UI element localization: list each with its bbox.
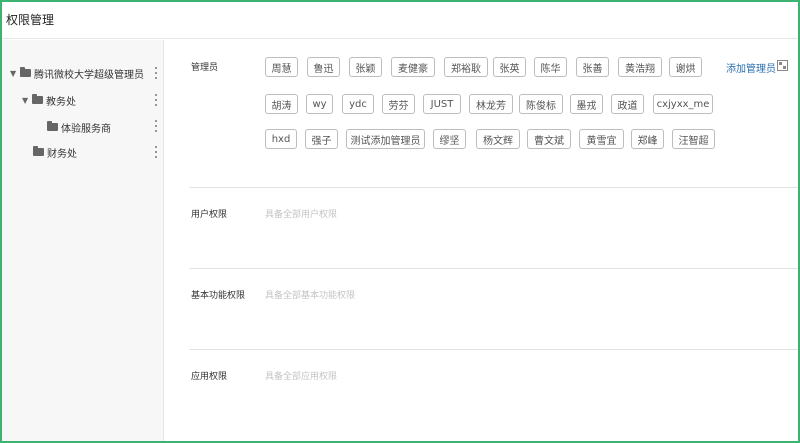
folder-icon [20,67,31,77]
admin-tag[interactable]: 张善 [576,57,609,77]
app-permission-label: 应用权限 [191,372,228,382]
org-tree-sidebar: ▼ 腾讯微校大学超级管理员 ▼ 教务处 体验服务商 财务处 [2,40,164,441]
section-divider [189,187,798,188]
tree-node-label: 财务处 [47,148,77,160]
admin-tag[interactable]: 缪坚 [433,129,466,149]
admin-tag[interactable]: JUST [423,94,461,114]
admin-tag[interactable]: 张英 [493,57,526,77]
admin-tag[interactable]: 张颖 [349,57,382,77]
admin-tag[interactable]: 周慧 [265,57,298,77]
admin-tag[interactable]: 测试添加管理员 [346,129,425,149]
tree-node-label: 腾讯微校大学超级管理员 [34,69,144,81]
app-permission-hint: 具备全部应用权限 [265,372,338,382]
admin-tag[interactable]: wy [306,94,333,114]
add-admin-link[interactable]: 添加管理员 [726,60,776,75]
basic-permission-label: 基本功能权限 [191,291,246,301]
section-divider [189,268,798,269]
permissions-panel: 管理员 周慧 鲁迅 张颖 麦健豪 郑裕耿 张英 陈华 张善 黄浩翔 谢烘 胡涛 … [165,40,798,441]
more-options-icon[interactable] [154,146,158,158]
admin-tag[interactable]: 郑峰 [631,129,664,149]
admin-tag[interactable]: 林龙芳 [469,94,513,114]
admin-tag[interactable]: 曹文斌 [527,129,571,149]
section-divider [189,349,798,350]
caret-down-icon[interactable]: ▼ [10,69,20,78]
admins-label: 管理员 [191,63,219,73]
admin-tag[interactable]: 劳芬 [382,94,415,114]
admin-tag[interactable]: 政道 [611,94,644,114]
admin-tag[interactable]: ydc [342,94,374,114]
admin-tag[interactable]: 墨戎 [570,94,603,114]
user-permission-label: 用户权限 [191,210,228,220]
caret-down-icon[interactable]: ▼ [22,96,32,105]
admin-tag[interactable]: 陈华 [534,57,567,77]
admin-tag[interactable]: 郑裕耿 [444,57,488,77]
more-options-icon[interactable] [154,67,158,79]
qrcode-icon[interactable] [777,60,788,71]
tree-node-root[interactable]: ▼ 腾讯微校大学超级管理员 [10,64,144,82]
tree-node-child[interactable]: 财务处 [33,143,77,161]
folder-icon [47,121,58,131]
admin-tag[interactable]: 杨文辉 [476,129,520,149]
page-title: 权限管理 [6,13,55,27]
admin-tag[interactable]: cxjyxx_me [653,94,713,114]
admin-tag[interactable]: 强子 [305,129,338,149]
tree-node-child[interactable]: ▼ 教务处 [22,91,76,109]
tree-node-grandchild[interactable]: 体验服务商 [47,118,111,136]
admin-tag[interactable]: 汪智超 [672,129,715,149]
folder-icon [33,146,44,156]
admin-tag[interactable]: 黄浩翔 [618,57,662,77]
folder-icon [32,94,43,104]
admin-tag[interactable]: 黄雪宜 [579,129,624,149]
admin-tag[interactable]: 麦健豪 [391,57,435,77]
admin-tag[interactable]: 胡涛 [265,94,298,114]
admin-tag[interactable]: 谢烘 [669,57,702,77]
tree-node-label: 教务处 [46,96,76,108]
admin-tag[interactable]: 陈俊标 [519,94,563,114]
user-permission-hint: 具备全部用户权限 [265,210,338,220]
admin-tag[interactable]: hxd [265,129,297,149]
title-bar: 权限管理 [2,2,798,39]
more-options-icon[interactable] [154,120,158,132]
more-options-icon[interactable] [154,94,158,106]
admin-tag[interactable]: 鲁迅 [307,57,340,77]
basic-permission-hint: 具备全部基本功能权限 [265,291,356,301]
tree-node-label: 体验服务商 [61,123,111,135]
